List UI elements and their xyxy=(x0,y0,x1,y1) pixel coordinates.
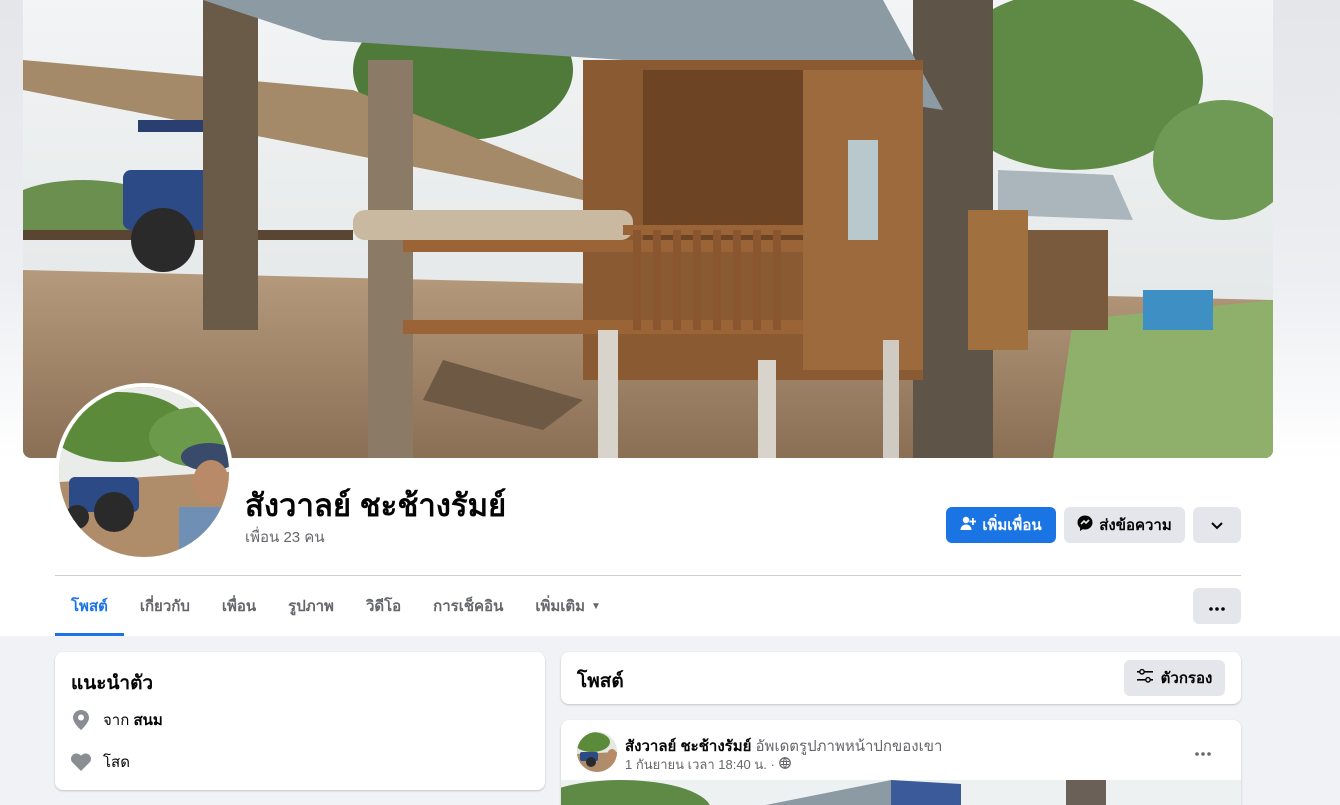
tabs-more-button[interactable] xyxy=(1193,588,1241,624)
intro-hometown: จาก สนม xyxy=(71,708,163,732)
tab-checkins[interactable]: การเช็คอิน xyxy=(417,576,519,636)
message-button[interactable]: ส่งข้อความ xyxy=(1064,507,1185,543)
tab-about[interactable]: เกี่ยวกับ xyxy=(124,576,206,636)
post-card: สังวาลย์ ชะช้างรัมย์ อัพเดตรูปภาพหน้าปกข… xyxy=(561,720,1241,805)
tab-posts-label: โพสต์ xyxy=(71,598,108,615)
profile-avatar[interactable] xyxy=(55,383,233,561)
intro-title: แนะนำตัว xyxy=(71,673,154,694)
caret-down-icon: ▼ xyxy=(591,600,601,612)
posts-header-card: โพสต์ ตัวกรอง xyxy=(561,652,1241,704)
more-dots-icon xyxy=(1195,740,1211,761)
filter-button[interactable]: ตัวกรอง xyxy=(1124,660,1225,696)
post-action-text: อัพเดตรูปภาพหน้าปกของเขา xyxy=(755,738,943,755)
add-user-icon xyxy=(960,515,977,535)
post-meta: 1 กันยายน เวลา 18:40 น. · xyxy=(625,754,791,775)
tab-posts[interactable]: โพสต์ xyxy=(55,576,124,636)
tab-about-label: เกี่ยวกับ xyxy=(139,598,190,615)
post-image[interactable] xyxy=(561,780,1241,805)
hometown-prefix: จาก xyxy=(103,712,130,729)
tab-more-label: เพิ่มเติม xyxy=(535,598,586,615)
tab-photos[interactable]: รูปภาพ xyxy=(272,576,350,636)
profile-tabs: โพสต์ เกี่ยวกับ เพื่อน รูปภาพ วิดีโอ การ… xyxy=(55,576,617,636)
hometown-place[interactable]: สนม xyxy=(133,712,162,729)
tab-photos-label: รูปภาพ xyxy=(288,598,334,615)
relationship-text: โสด xyxy=(103,754,130,771)
tab-friends-label: เพื่อน xyxy=(221,598,257,615)
messenger-icon xyxy=(1077,515,1093,535)
add-friend-button[interactable]: เพิ่มเพื่อน xyxy=(946,507,1056,543)
message-label: ส่งข้อความ xyxy=(1099,517,1172,534)
profile-options-button[interactable] xyxy=(1193,507,1241,543)
filter-sliders-icon xyxy=(1136,668,1153,687)
more-dots-icon xyxy=(1209,598,1225,615)
globe-icon xyxy=(778,757,791,772)
add-friend-label: เพิ่มเพื่อน xyxy=(982,517,1042,534)
tab-friends[interactable]: เพื่อน xyxy=(206,576,272,636)
profile-name: สังวาลย์ ชะช้างรัมย์ xyxy=(245,488,507,523)
post-author-name[interactable]: สังวาลย์ ชะช้างรัมย์ xyxy=(625,738,751,755)
post-options-button[interactable] xyxy=(1185,738,1221,762)
avatar-photo xyxy=(59,387,229,557)
filter-label: ตัวกรอง xyxy=(1160,670,1213,687)
tab-more[interactable]: เพิ่มเติม ▼ xyxy=(519,576,617,636)
tab-videos[interactable]: วิดีโอ xyxy=(350,576,417,636)
post-author-avatar[interactable] xyxy=(577,732,617,772)
intro-card: แนะนำตัว จาก สนม โสด xyxy=(55,652,545,790)
friend-count[interactable]: เพื่อน 23 คน xyxy=(245,525,325,549)
heart-icon xyxy=(71,752,91,772)
chevron-down-icon xyxy=(1211,517,1223,534)
intro-relationship: โสด xyxy=(71,750,130,774)
tab-checkins-label: การเช็คอิน xyxy=(433,598,504,615)
hometown-text: จาก สนม xyxy=(103,708,163,732)
posts-title: โพสต์ xyxy=(577,671,624,692)
location-pin-icon xyxy=(71,710,91,730)
cover-photo[interactable] xyxy=(23,0,1273,458)
tab-videos-label: วิดีโอ xyxy=(365,598,402,615)
post-timestamp[interactable]: 1 กันยายน เวลา 18:40 น. · xyxy=(625,754,775,775)
